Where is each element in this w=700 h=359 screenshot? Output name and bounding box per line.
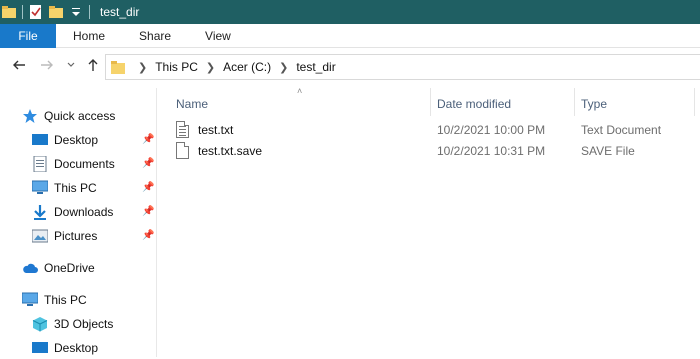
customize-toolbar-chevron-icon[interactable]: [69, 5, 83, 19]
sidebar-item-desktop-pc[interactable]: Desktop: [32, 337, 98, 359]
sidebar-item-label: Quick access: [44, 109, 116, 123]
sidebar-item-label: This PC: [44, 293, 87, 307]
breadcrumb-acer-c[interactable]: Acer (C:): [223, 60, 271, 74]
tab-view[interactable]: View: [188, 24, 248, 48]
file-type: Text Document: [581, 123, 662, 137]
computer-icon: [21, 292, 39, 308]
tab-share[interactable]: Share: [122, 24, 188, 48]
sidebar-item-label: 3D Objects: [54, 317, 114, 331]
pin-icon[interactable]: 📌: [142, 134, 154, 145]
file-name: test.txt: [198, 123, 234, 137]
generic-file-icon: [176, 142, 189, 159]
sort-ascending-icon: ˄: [297, 86, 303, 96]
breadcrumb-chevron-icon[interactable]: ❯: [279, 61, 288, 74]
sidebar-item-label: Pictures: [54, 229, 98, 243]
file-list: ˄ Name Date modified Type test.txt 10/2/…: [158, 86, 700, 357]
pin-icon[interactable]: 📌: [142, 230, 154, 241]
recent-locations-chevron-icon[interactable]: [66, 58, 76, 77]
file-date-modified: 10/2/2021 10:31 PM: [437, 144, 546, 158]
cloud-icon: [22, 260, 38, 276]
navigation-pane: Quick access Desktop 📌 Documents 📌 This …: [0, 88, 157, 357]
column-header-date-modified[interactable]: Date modified: [437, 92, 511, 116]
new-folder-icon[interactable]: [49, 5, 63, 19]
pin-icon[interactable]: 📌: [142, 206, 154, 217]
sidebar-item-onedrive[interactable]: OneDrive: [22, 257, 95, 279]
computer-icon: [31, 180, 49, 196]
pin-icon[interactable]: 📌: [142, 182, 154, 193]
column-divider[interactable]: [694, 88, 695, 116]
pin-icon[interactable]: 📌: [142, 158, 154, 169]
ribbon-tabs: File Home Share View: [0, 23, 700, 48]
column-divider[interactable]: [430, 88, 431, 116]
breadcrumb-chevron-icon[interactable]: ❯: [138, 61, 147, 74]
star-icon: [22, 108, 38, 124]
folder-icon: [2, 5, 16, 19]
sidebar-item-this-pc[interactable]: This PC: [21, 289, 87, 311]
window-title: test_dir: [100, 5, 140, 19]
address-folder-icon: [110, 59, 126, 75]
sidebar-item-label: Desktop: [54, 341, 99, 355]
pictures-icon: [31, 228, 49, 244]
tab-file[interactable]: File: [0, 23, 56, 48]
file-row[interactable]: test.txt 10/2/2021 10:00 PM Text Documen…: [176, 120, 676, 140]
sidebar-item-label: Desktop: [54, 133, 99, 147]
sidebar-item-desktop[interactable]: Desktop: [32, 129, 98, 151]
sidebar-item-quick-access[interactable]: Quick access: [22, 105, 115, 127]
sidebar-item-this-pc-pinned[interactable]: This PC: [31, 177, 97, 199]
column-header-name[interactable]: Name: [176, 92, 208, 116]
column-divider[interactable]: [574, 88, 575, 116]
text-file-icon: [176, 121, 189, 138]
up-arrow-icon[interactable]: [86, 58, 100, 77]
title-separator: [22, 5, 23, 19]
breadcrumb-test-dir[interactable]: test_dir: [296, 60, 335, 74]
breadcrumb-this-pc[interactable]: This PC: [155, 60, 198, 74]
cube-icon: [32, 316, 48, 332]
desktop-icon: [32, 132, 48, 148]
sidebar-item-label: This PC: [54, 181, 97, 195]
forward-arrow-icon[interactable]: [40, 58, 54, 77]
sidebar-item-downloads[interactable]: Downloads: [32, 201, 113, 223]
sidebar-item-3d-objects[interactable]: 3D Objects: [32, 313, 113, 335]
file-name: test.txt.save: [198, 144, 263, 158]
download-arrow-icon: [32, 204, 48, 220]
file-row[interactable]: test.txt.save 10/2/2021 10:31 PM SAVE Fi…: [176, 141, 676, 161]
sidebar-item-documents[interactable]: Documents: [32, 153, 115, 175]
column-header-type[interactable]: Type: [581, 92, 607, 116]
title-bar: test_dir: [0, 0, 700, 24]
title-separator: [89, 5, 90, 19]
breadcrumb-chevron-icon[interactable]: ❯: [206, 61, 215, 74]
documents-icon: [32, 155, 48, 173]
sidebar-item-label: Documents: [54, 157, 115, 171]
file-date-modified: 10/2/2021 10:00 PM: [437, 123, 546, 137]
properties-icon[interactable]: [29, 5, 43, 19]
sidebar-item-label: Downloads: [54, 205, 114, 219]
sidebar-item-label: OneDrive: [44, 261, 95, 275]
file-type: SAVE File: [581, 144, 635, 158]
desktop-icon: [32, 340, 48, 356]
sidebar-item-pictures[interactable]: Pictures: [31, 225, 98, 247]
breadcrumb: ❯ This PC ❯ Acer (C:) ❯ test_dir: [110, 55, 336, 79]
tab-home[interactable]: Home: [56, 24, 122, 48]
back-arrow-icon[interactable]: [12, 58, 26, 77]
